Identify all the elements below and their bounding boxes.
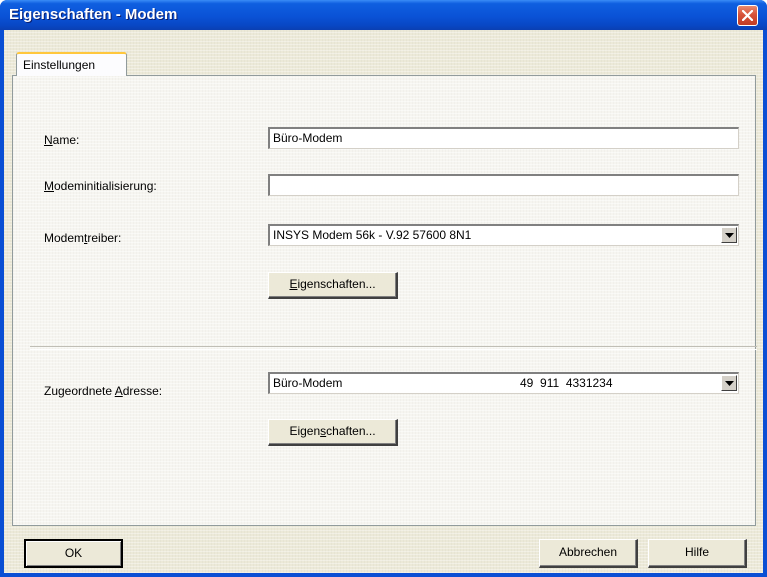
- window-title: Eigenschaften - Modem: [9, 6, 178, 23]
- section-divider: [30, 346, 757, 350]
- modem-driver-label: Modemtreiber:: [44, 231, 122, 245]
- name-label: Name:: [44, 133, 80, 147]
- modem-init-input[interactable]: [268, 174, 739, 196]
- modem-driver-value: INSYS Modem 56k - V.92 57600 8N1: [273, 228, 472, 242]
- address-value-number: 49 911 4331234: [520, 376, 613, 390]
- chevron-down-icon: [725, 233, 734, 238]
- ok-button[interactable]: OK: [24, 539, 123, 568]
- tab-einstellungen[interactable]: Einstellungen: [16, 52, 127, 76]
- cancel-button[interactable]: Abbrechen: [539, 539, 638, 568]
- modem-driver-dropdown-button[interactable]: [721, 227, 737, 243]
- driver-properties-button[interactable]: Eigenschaften...: [268, 272, 398, 299]
- tab-panel: Name: Büro-Modem Modeminitialisierung: M…: [12, 75, 757, 526]
- address-label: Zugeordnete Adresse:: [44, 384, 163, 398]
- address-properties-button[interactable]: Eigenschaften...: [268, 419, 398, 446]
- close-icon: [742, 10, 753, 21]
- tab-einstellungen-label: Einstellungen: [23, 58, 96, 72]
- dialog-body: Einstellungen Name: Büro-Modem Modeminit…: [4, 30, 763, 573]
- address-value-name: Büro-Modem: [273, 376, 343, 390]
- chevron-down-icon: [725, 381, 734, 386]
- modem-init-label: Modeminitialisierung:: [44, 179, 157, 193]
- modem-driver-select[interactable]: INSYS Modem 56k - V.92 57600 8N1: [268, 224, 739, 246]
- title-bar[interactable]: Eigenschaften - Modem: [0, 0, 767, 30]
- close-button[interactable]: [737, 5, 758, 26]
- help-button[interactable]: Hilfe: [648, 539, 747, 568]
- name-input[interactable]: Büro-Modem: [268, 127, 739, 149]
- properties-dialog: Eigenschaften - Modem Einstellungen Name…: [0, 0, 767, 577]
- address-dropdown-button[interactable]: [721, 375, 737, 391]
- address-select[interactable]: Büro-Modem 49 911 4331234: [268, 372, 739, 394]
